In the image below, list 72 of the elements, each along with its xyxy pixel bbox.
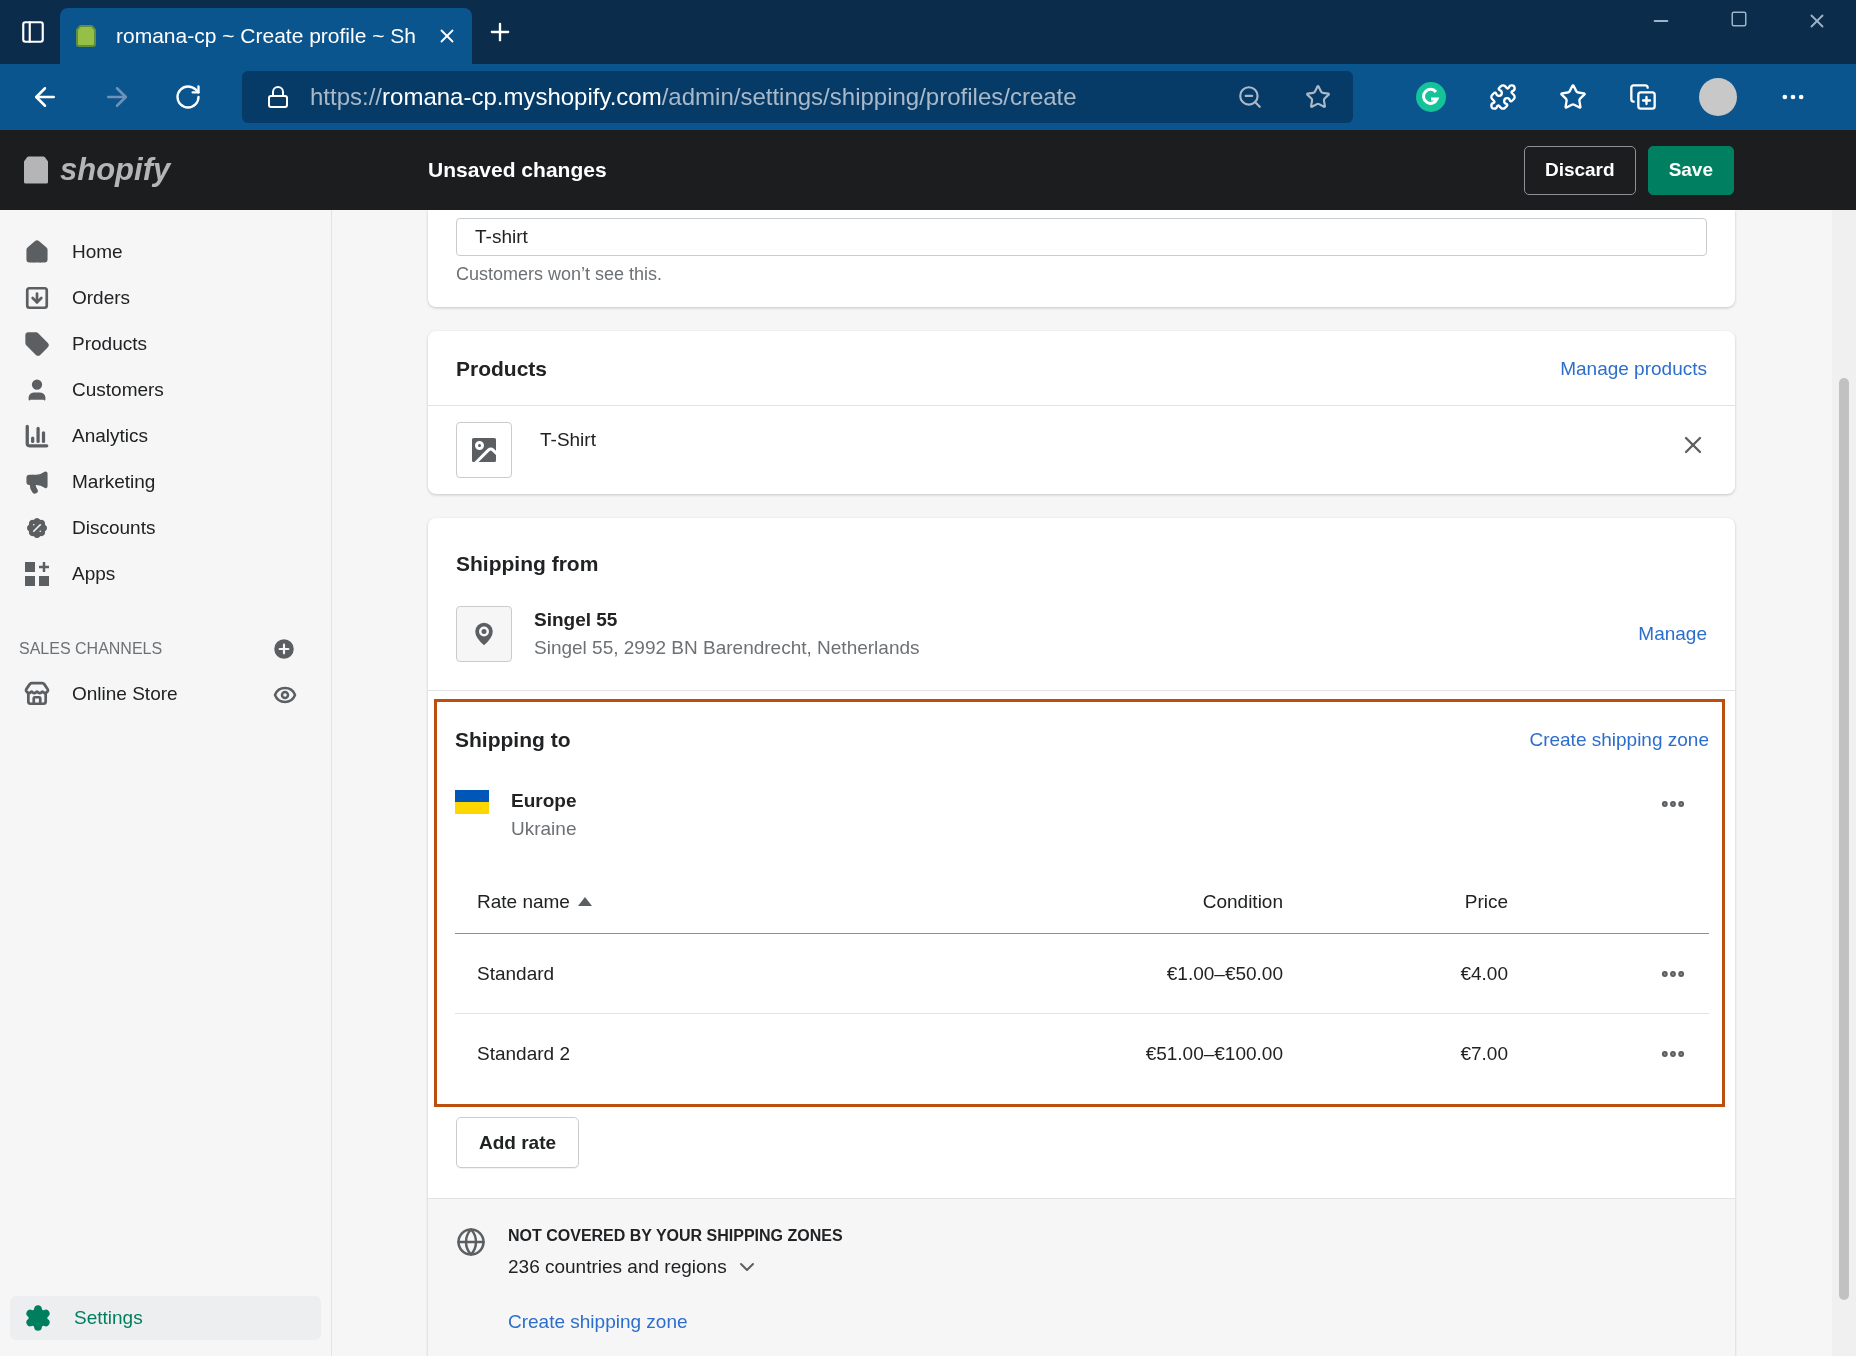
home-icon — [24, 239, 50, 265]
product-name: T-Shirt — [540, 429, 596, 451]
discount-badge-icon — [24, 515, 50, 541]
collections-icon[interactable] — [1629, 83, 1657, 111]
inbox-download-icon — [24, 285, 50, 311]
add-favorite-icon[interactable] — [1305, 84, 1331, 110]
add-channel-icon[interactable] — [271, 636, 297, 662]
address-bar[interactable]: https://romana-cp.myshopify.com/admin/settings/shipping/profiles/create — [242, 71, 1353, 123]
help-text: Customers won’t see this. — [456, 264, 664, 285]
table-cell-text: €1.00–€50.00 — [1165, 962, 1283, 985]
scrollbar[interactable] — [1832, 210, 1856, 1356]
nav-item[interactable]: Apps — [10, 552, 321, 596]
nav-item[interactable]: Analytics — [10, 414, 321, 458]
column-header: Condition — [1201, 890, 1283, 913]
table-cell-text: €51.00–€100.00 — [1144, 1043, 1283, 1065]
lock-icon — [266, 85, 290, 109]
section-caption: NOT COVERED BY YOUR SHIPPING ZONES — [508, 1227, 843, 1245]
nav-item[interactable]: Settings — [10, 1296, 321, 1340]
maximize-icon[interactable] — [1730, 10, 1748, 28]
nav-item[interactable]: Online Store — [10, 672, 273, 716]
zone-name: Europe — [511, 790, 577, 812]
table-cell-text: €7.00 — [1459, 1043, 1508, 1065]
create-zone-link[interactable]: Create shipping zone — [508, 1311, 843, 1333]
countries-summary: 236 countries and regions — [508, 1256, 727, 1278]
table-cell-text: €4.00 — [1459, 962, 1508, 985]
zoom-out-icon[interactable] — [1237, 84, 1263, 110]
manage-link[interactable]: Manage — [1638, 623, 1707, 645]
url-scheme: https:// — [310, 83, 383, 110]
zone-countries: Ukraine — [511, 818, 577, 840]
location-name: Singel 55 — [534, 609, 619, 631]
discard-button[interactable]: Discard — [1523, 145, 1636, 195]
flag-icon — [455, 790, 489, 814]
create-zone-link[interactable]: Create shipping zone — [1529, 729, 1709, 751]
nav-item[interactable]: Customers — [10, 368, 321, 412]
globe-icon — [456, 1227, 486, 1257]
card-title: Shipping to — [455, 728, 571, 752]
page-status-title: Unsaved changes — [428, 158, 607, 182]
logo-text: shopify — [60, 152, 171, 188]
column-header: Price — [1463, 890, 1508, 913]
tab-actions-icon[interactable] — [20, 19, 46, 45]
apps-grid-icon — [24, 561, 50, 587]
tag-icon — [24, 331, 50, 357]
megaphone-icon — [24, 469, 50, 495]
nav-item[interactable]: Orders — [10, 276, 321, 320]
scroll-thumb[interactable] — [1839, 378, 1849, 1300]
sort-caret-icon — [577, 897, 592, 906]
nav-item[interactable]: Products — [10, 322, 321, 366]
nav-item[interactable]: Discounts — [10, 506, 321, 550]
section-title: SALES CHANNELS — [19, 640, 163, 658]
location-address: Singel 55, 2992 BN Barendrecht, Netherlands — [534, 637, 920, 659]
url-path: /admin/settings/shipping/profiles/create — [661, 83, 1077, 110]
storefront-icon — [24, 681, 50, 707]
manage-products-link[interactable]: Manage products — [1560, 358, 1707, 380]
profile-avatar[interactable] — [1699, 78, 1737, 116]
column-header[interactable]: Rate name — [477, 890, 570, 913]
table-cell-text: Standard 2 — [477, 1043, 571, 1065]
card-title: Products — [456, 357, 547, 381]
card-title: Shipping from — [456, 552, 599, 575]
save-button[interactable]: Save — [1647, 145, 1734, 195]
url-host: romana-cp.myshopify.com — [382, 83, 662, 110]
nav-item[interactable]: Marketing — [10, 460, 321, 504]
store-bag-icon — [74, 24, 98, 48]
extensions-icon[interactable] — [1489, 83, 1517, 111]
table-cell-text: Standard — [477, 962, 556, 985]
bar-chart-icon — [24, 423, 50, 449]
favorites-icon[interactable] — [1559, 83, 1587, 111]
profile-name-field[interactable]: T-shirt — [456, 218, 1707, 256]
grammar-extension-icon[interactable] — [1415, 81, 1447, 113]
nav-item[interactable]: Home — [10, 230, 321, 274]
browser-tab[interactable]: romana-cp ~ Create profile ~ Sh — [60, 8, 472, 64]
add-rate-button[interactable]: Add rate — [456, 1117, 580, 1168]
reload-icon[interactable] — [174, 83, 202, 111]
